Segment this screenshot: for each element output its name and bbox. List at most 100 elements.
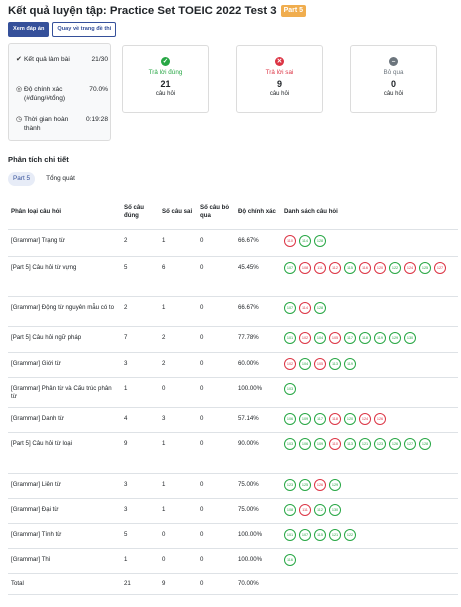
question-correct-badge[interactable]: 119 (374, 331, 386, 344)
question-correct-badge[interactable]: 106 (284, 412, 296, 425)
question-wrong-badge[interactable]: 102 (284, 357, 296, 370)
question-wrong-badge[interactable]: 120 (374, 261, 386, 274)
total-label: Total (8, 573, 121, 595)
question-correct-badge[interactable]: 117 (344, 331, 356, 344)
question-correct-badge[interactable]: 106 (299, 437, 311, 450)
row-skipped: 0 (197, 407, 235, 433)
question-correct-badge[interactable]: 115 (344, 261, 356, 274)
question-correct-badge[interactable]: 130 (329, 503, 341, 516)
view-answers-button[interactable]: Xem đáp án (8, 22, 50, 37)
question-correct-badge[interactable]: 128 (314, 234, 326, 247)
question-correct-badge[interactable]: 121 (359, 437, 371, 450)
row-correct: 2 (121, 229, 159, 257)
row-questions: 102 104 105 113 119 (281, 352, 458, 378)
question-correct-badge[interactable]: 128 (419, 437, 431, 450)
question-correct-badge[interactable]: 117 (314, 412, 326, 425)
question-wrong-badge[interactable]: 126 (374, 412, 386, 425)
question-correct-badge[interactable]: 126 (389, 437, 401, 450)
row-accuracy: 90.00% (235, 432, 281, 474)
question-wrong-badge[interactable]: 108 (299, 261, 311, 274)
row-correct: 7 (121, 326, 159, 353)
question-correct-badge[interactable]: 120 (344, 412, 356, 425)
question-correct-badge[interactable]: 125 (299, 478, 311, 491)
question-wrong-badge[interactable]: 105 (329, 331, 341, 344)
question-correct-badge[interactable]: 103 (284, 382, 296, 395)
question-wrong-badge[interactable]: 127 (434, 261, 446, 274)
question-wrong-badge[interactable]: 110 (284, 234, 296, 247)
question-correct-badge[interactable]: 107 (284, 261, 296, 274)
question-correct-badge[interactable]: 130 (404, 331, 416, 344)
stat-correct-unit: câu hỏi (155, 91, 176, 97)
stat-skipped-label: Bỏ qua (383, 69, 404, 76)
back-to-exam-button[interactable]: Quay về trang đề thi (52, 22, 117, 37)
row-wrong: 1 (159, 296, 197, 327)
table-row: [Grammar] Thì 1 0 0 100.00% 116 (8, 548, 458, 574)
question-wrong-badge[interactable]: 105 (314, 357, 326, 370)
row-accuracy: 66.67% (235, 229, 281, 257)
row-type: [Grammar] Phân từ và Cấu trúc phân từ (8, 377, 121, 408)
tab-overview[interactable]: Tổng quát (41, 172, 80, 186)
target-icon: ◎ (16, 86, 23, 93)
row-wrong: 3 (159, 407, 197, 433)
question-correct-badge[interactable]: 122 (344, 528, 356, 541)
question-correct-badge[interactable]: 129 (329, 478, 341, 491)
row-correct: 3 (121, 352, 159, 378)
question-wrong-badge[interactable]: 110 (329, 437, 341, 450)
question-correct-badge[interactable]: 123 (284, 478, 296, 491)
question-correct-badge[interactable]: 107 (299, 528, 311, 541)
row-accuracy: 100.00% (235, 377, 281, 408)
question-correct-badge[interactable]: 127 (404, 437, 416, 450)
detail-table: Phân loại câu hỏi Số câu đúng Số câu sai… (8, 196, 458, 595)
question-wrong-badge[interactable]: 126 (314, 478, 326, 491)
question-correct-badge[interactable]: 114 (299, 234, 311, 247)
question-wrong-badge[interactable]: 102 (299, 331, 311, 344)
row-wrong: 2 (159, 326, 197, 353)
question-correct-badge[interactable]: 104 (299, 357, 311, 370)
tab-part5[interactable]: Part 5 (8, 172, 36, 186)
question-correct-badge[interactable]: 107 (284, 301, 296, 314)
question-correct-badge[interactable]: 121 (329, 528, 341, 541)
question-correct-badge[interactable]: 123 (374, 437, 386, 450)
question-correct-badge[interactable]: 112 (314, 503, 326, 516)
question-list: 107 108 111 112 115 116 120 122 124 125 127 (284, 261, 455, 274)
question-list: 101 107 115 121 122 (284, 528, 455, 541)
question-wrong-badge[interactable]: 114 (299, 301, 311, 314)
question-correct-badge[interactable]: 125 (419, 261, 431, 274)
question-correct-badge[interactable]: 128 (314, 301, 326, 314)
question-list: 106 109 117 118 120 124 126 (284, 412, 455, 425)
question-correct-badge[interactable]: 129 (389, 331, 401, 344)
question-correct-badge[interactable]: 122 (389, 261, 401, 274)
question-correct-badge[interactable]: 119 (344, 357, 356, 370)
row-wrong: 1 (159, 498, 197, 524)
question-correct-badge[interactable]: 109 (299, 412, 311, 425)
header-type: Phân loại câu hỏi (8, 196, 121, 230)
summary-time-row: ◷ Thời gian hoàn thành 0:19:28 (16, 115, 108, 133)
check-icon: ✔ (16, 56, 22, 63)
row-type: [Grammar] Giới từ (8, 352, 121, 378)
question-wrong-badge[interactable]: 118 (329, 412, 341, 425)
question-correct-badge[interactable]: 101 (284, 331, 296, 344)
question-list: 116 (284, 553, 455, 566)
question-wrong-badge[interactable]: 124 (404, 261, 416, 274)
question-correct-badge[interactable]: 103 (284, 437, 296, 450)
question-wrong-badge[interactable]: 111 (314, 261, 326, 274)
question-correct-badge[interactable]: 116 (284, 553, 296, 566)
row-type: [Part 5] Câu hỏi từ loại (8, 432, 121, 474)
question-correct-badge[interactable]: 115 (314, 528, 326, 541)
question-correct-badge[interactable]: 118 (359, 331, 371, 344)
question-correct-badge[interactable]: 101 (284, 528, 296, 541)
question-correct-badge[interactable]: 113 (329, 357, 341, 370)
question-wrong-badge[interactable]: 111 (299, 503, 311, 516)
table-row: [Grammar] Phân từ và Cấu trúc phân từ 1 0 0… (8, 377, 458, 408)
row-correct: 3 (121, 473, 159, 499)
question-wrong-badge[interactable]: 124 (359, 412, 371, 425)
row-correct: 1 (121, 377, 159, 408)
row-questions: 106 109 117 118 120 124 126 (281, 407, 458, 433)
question-correct-badge[interactable]: 108 (284, 503, 296, 516)
question-correct-badge[interactable]: 109 (314, 437, 326, 450)
question-correct-badge[interactable]: 104 (314, 331, 326, 344)
question-correct-badge[interactable]: 113 (344, 437, 356, 450)
question-wrong-badge[interactable]: 112 (329, 261, 341, 274)
stat-skipped-unit: câu hỏi (383, 91, 404, 97)
question-wrong-badge[interactable]: 116 (359, 261, 371, 274)
